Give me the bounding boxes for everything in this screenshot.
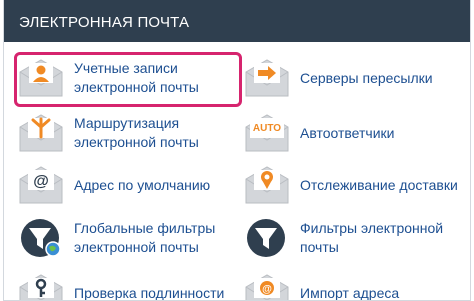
default-address-label: Адрес по умолчанию bbox=[74, 176, 211, 193]
autoresponders-label: Автоответчики bbox=[300, 124, 395, 141]
address-importer-label: Импорт адреса bbox=[300, 284, 400, 301]
email-routing-icon bbox=[18, 113, 64, 153]
track-delivery-link[interactable]: Отслеживание доставки bbox=[244, 165, 458, 205]
default-address-link[interactable]: @ Адрес по умолчанию bbox=[18, 165, 210, 205]
authentication-icon bbox=[18, 273, 64, 300]
svg-text:@: @ bbox=[262, 284, 272, 295]
forwarders-link[interactable]: Серверы пересылки bbox=[244, 58, 433, 98]
forwarders-label: Серверы пересылки bbox=[300, 69, 433, 86]
autoresponders-icon: AUTO bbox=[244, 113, 290, 153]
email-accounts-icon bbox=[18, 58, 64, 98]
email-filters-icon bbox=[244, 218, 290, 258]
authentication-label: Проверка подлинности bbox=[74, 284, 225, 301]
auto-badge: AUTO bbox=[253, 123, 281, 134]
forwarders-icon bbox=[244, 58, 290, 98]
email-accounts-link[interactable]: Учетные записи электронной почты bbox=[18, 58, 244, 98]
authentication-link[interactable]: Проверка подлинности bbox=[18, 273, 225, 301]
autoresponders-link[interactable]: AUTO Автоответчики bbox=[244, 113, 394, 153]
address-importer-icon: @ bbox=[244, 273, 290, 300]
global-filters-label: Глобальные фильтры электронной почты bbox=[74, 220, 216, 255]
address-importer-link[interactable]: @ Импорт адреса bbox=[244, 273, 400, 301]
email-routing-label: Маршрутизация электронной почты bbox=[74, 115, 199, 150]
email-routing-link[interactable]: Маршрутизация электронной почты bbox=[18, 113, 244, 153]
email-filters-label: Фильтры электронной почты bbox=[300, 220, 444, 255]
track-delivery-icon bbox=[244, 165, 290, 205]
default-address-icon: @ bbox=[18, 165, 64, 205]
email-accounts-label: Учетные записи электронной почты bbox=[74, 60, 199, 95]
at-badge: @ bbox=[33, 173, 49, 190]
email-filters-link[interactable]: Фильтры электронной почты bbox=[244, 218, 470, 258]
track-delivery-label: Отслеживание доставки bbox=[300, 176, 458, 193]
section-title: ЭЛЕКТРОННАЯ ПОЧТА bbox=[19, 14, 190, 31]
global-filters-icon bbox=[18, 218, 64, 258]
section-header: ЭЛЕКТРОННАЯ ПОЧТА bbox=[4, 0, 470, 42]
email-panel: ЭЛЕКТРОННАЯ ПОЧТА Учетные записи электро… bbox=[3, 0, 471, 301]
global-filters-link[interactable]: Глобальные фильтры электронной почты bbox=[18, 218, 224, 258]
